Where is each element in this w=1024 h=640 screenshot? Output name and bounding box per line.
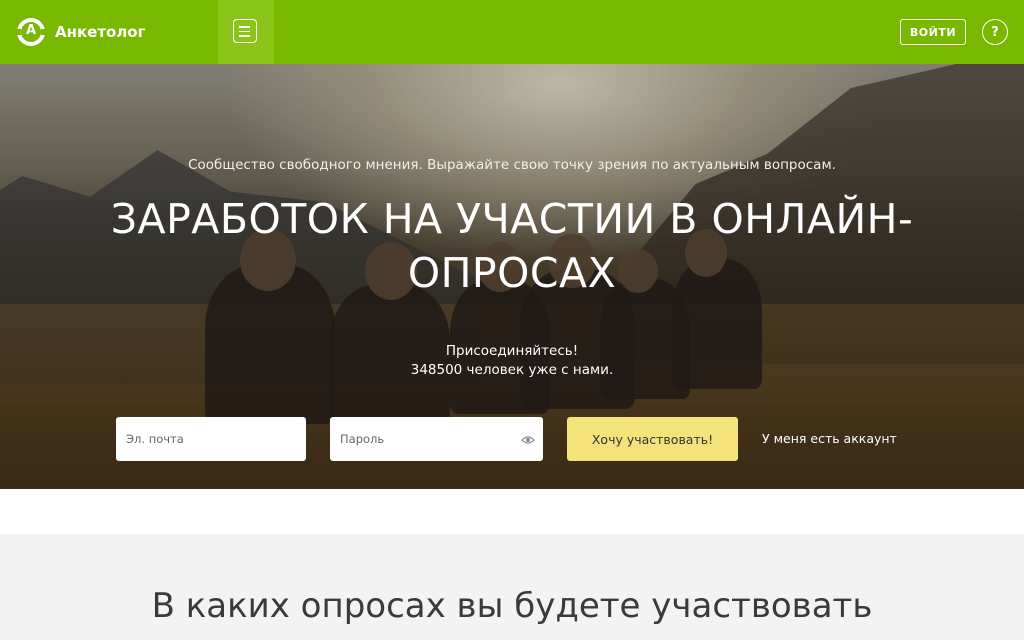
- top-header: А Анкетолог ВОЙТИ ?: [0, 0, 1024, 64]
- menu-toggle[interactable]: [218, 0, 274, 64]
- hamburger-menu-icon: [233, 19, 257, 43]
- eye-icon[interactable]: [521, 432, 535, 446]
- surveys-section: В каких опросах вы будете участвовать: [0, 534, 1024, 640]
- hero-title-line-2: ОПРОСАХ: [407, 249, 617, 297]
- section-title: В каких опросах вы будете участвовать: [151, 586, 873, 626]
- logo-text: Анкетолог: [55, 23, 146, 41]
- join-line-1: Присоединяйтесь!: [445, 343, 579, 359]
- logo[interactable]: А Анкетолог: [15, 16, 145, 48]
- join-message: Присоединяйтесь! 348500 человек уже с на…: [0, 342, 1024, 380]
- members-count: 348500 человек уже с нами.: [410, 362, 614, 378]
- password-field: [330, 417, 543, 461]
- logo-ring-icon: А: [15, 16, 47, 48]
- join-button[interactable]: Хочу участвовать!: [567, 417, 738, 461]
- hero-tagline: Сообщество свободного мнения. Выражайте …: [188, 157, 836, 173]
- login-button[interactable]: ВОЙТИ: [900, 19, 966, 45]
- help-icon[interactable]: ?: [982, 19, 1008, 45]
- password-input[interactable]: [330, 417, 543, 461]
- hero-banner: Сообщество свободного мнения. Выражайте …: [0, 64, 1024, 489]
- have-account-link[interactable]: У меня есть аккаунт: [762, 431, 897, 446]
- hero-title-line-1: ЗАРАБОТОК НА УЧАСТИИ В ОНЛАЙН-: [110, 195, 914, 243]
- hero-title: ЗАРАБОТОК НА УЧАСТИИ В ОНЛАЙН- ОПРОСАХ: [62, 192, 962, 300]
- logo-letter: А: [25, 23, 37, 38]
- email-input[interactable]: [116, 417, 306, 461]
